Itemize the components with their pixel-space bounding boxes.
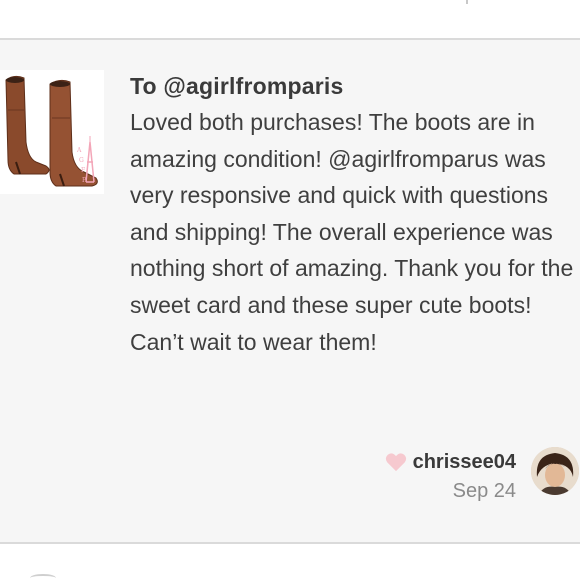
listing-thumbnail[interactable]: A G F P (0, 70, 104, 194)
author-row: chrissee04 (385, 448, 516, 476)
author-username[interactable]: chrissee04 (413, 451, 516, 474)
next-item-edge (30, 574, 56, 580)
next-item-strip (0, 544, 580, 580)
previous-item-edge (466, 0, 468, 4)
review-recipient[interactable]: To @agirlfromparis (130, 70, 575, 102)
review-body: To @agirlfromparis Loved both purchases!… (130, 70, 575, 360)
boots-image: A G F P (5, 75, 98, 187)
review-meta: chrissee04 Sep 24 (385, 448, 516, 503)
review-page: A G F P To @agirlfromparis Loved both pu… (0, 0, 580, 580)
watermark-letter: G (79, 157, 84, 164)
heart-icon[interactable] (385, 452, 407, 472)
watermark-letter: P (82, 177, 86, 184)
review-text: Loved both purchases! The boots are in a… (130, 109, 574, 355)
review-date: Sep 24 (452, 480, 516, 502)
avatar-photo (531, 447, 579, 495)
watermark-letter: F (81, 167, 85, 174)
watermark-letter: A (76, 147, 82, 154)
author-avatar[interactable] (531, 447, 579, 495)
previous-item-strip (0, 0, 580, 38)
